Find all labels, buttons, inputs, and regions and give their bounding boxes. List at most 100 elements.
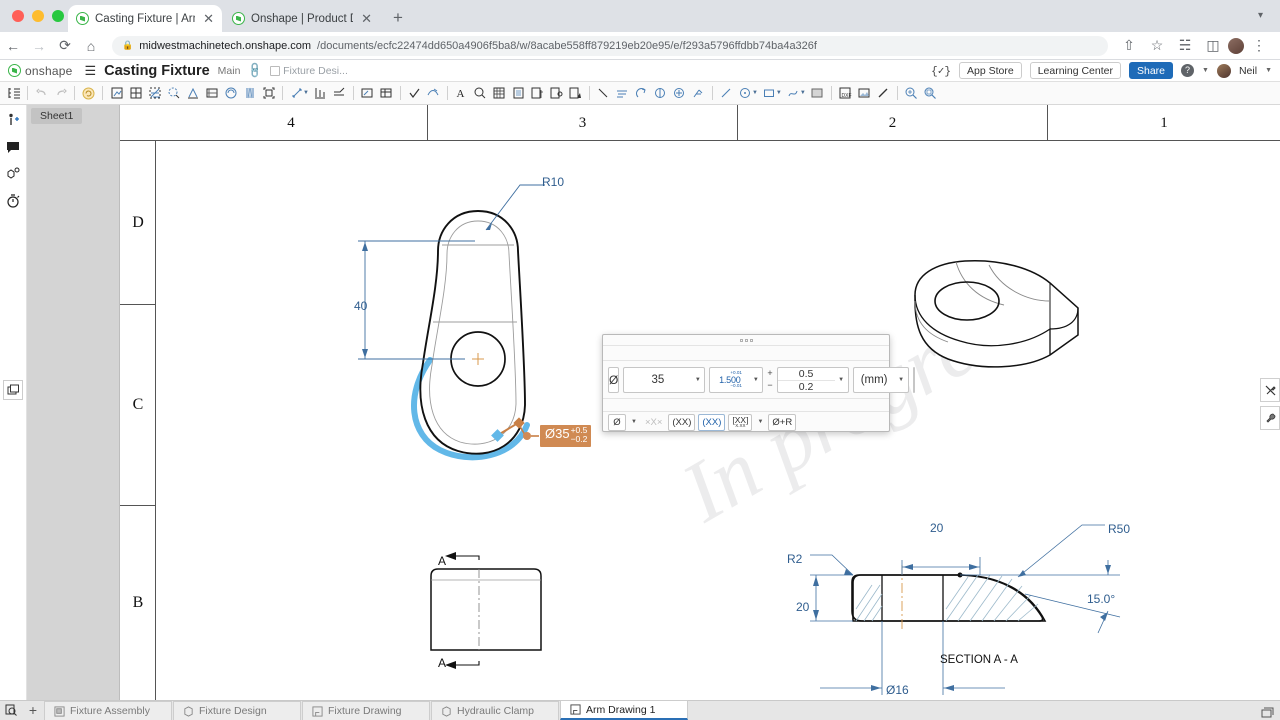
sheet-manager-icon[interactable] — [3, 380, 23, 400]
bottom-tab-arm-drawing-1[interactable]: Arm Drawing 1 — [560, 700, 688, 720]
star-icon[interactable]: ☆ — [1144, 33, 1170, 59]
dim-label-r50[interactable]: R50 — [1108, 522, 1130, 536]
diameter-symbol-button[interactable]: Ø — [608, 413, 626, 431]
cut-list-table-icon[interactable] — [566, 84, 585, 103]
weld-symbol-icon[interactable] — [424, 84, 443, 103]
insert-view-icon[interactable] — [107, 84, 126, 103]
extra-field[interactable] — [912, 366, 915, 393]
reference-dimension-button[interactable]: (XX) — [698, 413, 726, 431]
detail-view-icon[interactable] — [164, 84, 183, 103]
dimension-value-input[interactable]: 35 — [623, 366, 692, 393]
window-controls[interactable] — [12, 10, 64, 22]
dimension-edit-dialog[interactable]: Ø 35 ▼ 1.500 +0.01 −0.01 ▼ + − 0.5 0.2 ▼… — [602, 334, 915, 432]
onshape-logo[interactable]: onshape — [8, 64, 72, 78]
bottom-tab-fixture-assembly[interactable]: Fixture Assembly — [44, 701, 172, 720]
share-button[interactable]: Share — [1129, 62, 1174, 79]
panel-toggle-icon[interactable] — [4, 84, 23, 103]
dialog-drag-handle[interactable] — [603, 335, 889, 346]
sheet-tab-sheet1[interactable]: Sheet1 — [31, 108, 83, 124]
projected-view-icon[interactable] — [126, 84, 145, 103]
datum-icon[interactable] — [651, 84, 670, 103]
close-icon[interactable]: ✕ — [361, 11, 372, 27]
tab-list-icon[interactable] — [1260, 706, 1280, 720]
maximize-window-button[interactable] — [52, 10, 64, 22]
learning-center-button[interactable]: Learning Center — [1029, 62, 1121, 79]
side-panel-icon[interactable]: ◫ — [1200, 33, 1226, 59]
hole-table-icon[interactable] — [547, 84, 566, 103]
browser-tab-1[interactable]: Casting Fixture | Arm Drawing 1 ✕ — [68, 5, 222, 32]
centerline-icon[interactable] — [594, 84, 613, 103]
units-dropdown[interactable]: (mm) ▼ — [852, 366, 909, 393]
dim-label-angle[interactable]: 15.0° — [1087, 592, 1115, 606]
tolerance-inputs[interactable]: 0.5 0.2 — [776, 366, 835, 393]
bottom-tab-fixture-drawing[interactable]: Fixture Drawing — [302, 701, 430, 720]
balloon-icon[interactable] — [471, 84, 490, 103]
home-icon[interactable]: ⌂ — [78, 33, 104, 59]
kebab-menu-icon[interactable]: ⋮ — [1246, 33, 1272, 59]
tolerance-values-dropdown[interactable]: 0.5 0.2 ▼ — [776, 366, 849, 393]
dim-label-r2[interactable]: R2 — [787, 552, 802, 566]
bottom-tab-hydraulic-clamp[interactable]: Hydraulic Clamp — [431, 701, 559, 720]
add-person-icon[interactable] — [4, 111, 22, 129]
crop-view-icon[interactable] — [202, 84, 221, 103]
chevron-down-icon[interactable]: ▼ — [1265, 67, 1272, 74]
insert-image-icon[interactable] — [855, 84, 874, 103]
dim-label-width-20[interactable]: 20 — [930, 521, 943, 535]
help-icon[interactable]: ? — [1181, 64, 1195, 77]
break-view-icon[interactable] — [240, 84, 259, 103]
dim-label-40[interactable]: 40 — [354, 299, 367, 313]
document-search-icon[interactable] — [0, 700, 22, 720]
upper-tolerance-input[interactable]: 0.5 — [777, 368, 835, 381]
avatar[interactable] — [1216, 63, 1231, 78]
circle-caret[interactable]: ▼ — [752, 90, 758, 96]
line-icon[interactable] — [717, 84, 736, 103]
crossed-out-tool-icon[interactable] — [1260, 378, 1280, 402]
chevron-down-icon[interactable]: ▼ — [629, 419, 639, 425]
surface-finish-icon[interactable] — [632, 84, 651, 103]
rect-caret[interactable]: ▼ — [776, 90, 782, 96]
selected-dimension-callout[interactable]: Ø 35 +0.5 −0.2 — [540, 425, 592, 447]
cube-link-icon[interactable] — [4, 165, 22, 183]
puzzle-icon[interactable]: ☵ — [1172, 33, 1198, 59]
section-view-icon[interactable] — [145, 84, 164, 103]
view-boundary-icon[interactable] — [259, 84, 278, 103]
weld-icon[interactable] — [689, 84, 708, 103]
new-tab-button[interactable]: + — [388, 8, 408, 28]
precision-button[interactable]: [XX] X.XX — [728, 413, 753, 431]
hamburger-icon[interactable]: ☰ — [84, 63, 96, 79]
bom-table-icon[interactable] — [509, 84, 528, 103]
browser-share-icon[interactable]: ⇧ — [1116, 33, 1142, 59]
user-name-label[interactable]: Neil — [1239, 65, 1257, 77]
back-arrow-icon[interactable]: ← — [0, 33, 26, 59]
units-value[interactable]: (mm) — [852, 366, 895, 393]
minimize-window-button[interactable] — [32, 10, 44, 22]
dim-label-r10[interactable]: R10 — [542, 175, 564, 189]
dimension-caret[interactable]: ▼ — [303, 90, 309, 96]
comment-icon[interactable] — [4, 138, 22, 156]
radius-diameter-button[interactable]: Ø+R — [768, 413, 797, 431]
stopwatch-icon[interactable] — [4, 192, 22, 210]
symbol-field[interactable]: Ø — [608, 366, 620, 393]
forward-arrow-icon[interactable]: → — [26, 33, 52, 59]
check-icon[interactable] — [405, 84, 424, 103]
link-icon[interactable]: 🔗 — [246, 61, 265, 80]
chevron-down-icon[interactable]: ▼ — [834, 366, 849, 393]
chevron-down-icon[interactable]: ▼ — [749, 366, 764, 393]
bottom-tab-fixture-design[interactable]: Fixture Design — [173, 701, 301, 720]
revision-table-icon[interactable] — [528, 84, 547, 103]
chevron-down-icon[interactable]: ▾ — [1258, 11, 1268, 21]
table-grid-icon[interactable] — [490, 84, 509, 103]
dim-label-hole-dia[interactable]: Ø16 — [886, 683, 909, 697]
lower-tolerance-input[interactable]: 0.2 — [778, 381, 835, 393]
basic-dimension-button[interactable]: (XX) — [668, 413, 696, 431]
chevron-down-icon[interactable]: ▼ — [691, 366, 706, 393]
auxiliary-view-icon[interactable] — [183, 84, 202, 103]
ordinate-dimension-icon[interactable] — [311, 84, 330, 103]
browser-tab-2[interactable]: Onshape | Product Development ✕ — [224, 5, 380, 32]
feature-control-icon[interactable] — [670, 84, 689, 103]
chevron-down-icon[interactable]: ▼ — [1202, 67, 1209, 74]
chamfer-dimension-icon[interactable] — [330, 84, 349, 103]
export-dxf-icon[interactable]: DXF — [836, 84, 855, 103]
app-store-button[interactable]: App Store — [958, 62, 1022, 79]
text-icon[interactable]: A — [452, 84, 471, 103]
